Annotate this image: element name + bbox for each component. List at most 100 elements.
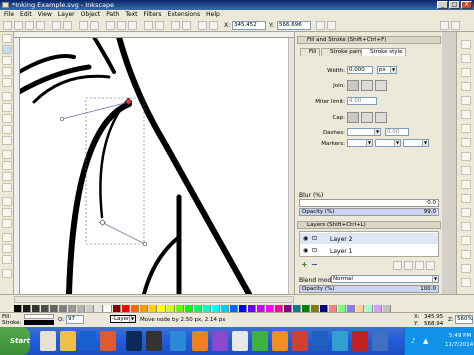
color-swatch[interactable]	[50, 305, 58, 312]
drawing-canvas[interactable]	[14, 32, 294, 294]
fill-stroke-title[interactable]: Fill and Stroke (Shift+Ctrl+F)	[297, 36, 441, 44]
color-swatch[interactable]	[68, 305, 76, 312]
dropper-tool-icon[interactable]	[2, 255, 12, 264]
snap-tangent-icon[interactable]	[461, 208, 471, 217]
color-swatch[interactable]	[95, 305, 103, 312]
taskbar-word-icon[interactable]	[80, 331, 96, 351]
new-doc-icon[interactable]	[3, 21, 12, 30]
color-swatch[interactable]	[77, 305, 85, 312]
color-swatch[interactable]	[104, 305, 112, 312]
clock-time[interactable]: 5:49 PM	[449, 333, 471, 339]
width-field[interactable]: 0.000	[347, 66, 373, 74]
start-button[interactable]: Start	[0, 327, 30, 355]
zoom-field[interactable]: 560%	[455, 315, 473, 324]
layer-raise-icon[interactable]	[393, 261, 402, 270]
width-unit-select[interactable]: px ▼	[377, 66, 397, 74]
end-marker-select[interactable]: ▼	[403, 139, 429, 147]
taskbar-app-icon[interactable]	[146, 331, 162, 351]
color-swatch[interactable]	[140, 305, 148, 312]
maximize-button[interactable]: □	[449, 1, 460, 9]
layer-bottom-icon[interactable]	[415, 261, 424, 270]
menu-object[interactable]: Object	[81, 10, 101, 19]
color-swatch[interactable]	[266, 305, 274, 312]
color-swatch[interactable]	[194, 305, 202, 312]
color-swatch[interactable]	[239, 305, 247, 312]
zoom-tool-icon[interactable]	[2, 67, 12, 76]
eye-icon[interactable]: ◉	[303, 247, 308, 254]
color-swatch[interactable]	[23, 305, 31, 312]
rectangle-tool-icon[interactable]	[2, 92, 12, 101]
menu-filters[interactable]: Filters	[144, 10, 162, 19]
taskbar-app-icon[interactable]	[332, 331, 348, 351]
snap-cusp-icon[interactable]	[461, 194, 471, 203]
snap-midpoint-icon[interactable]	[461, 96, 471, 105]
snap-path-icon[interactable]	[461, 68, 471, 77]
node-break-icon[interactable]	[209, 21, 218, 30]
mesh-tool-icon[interactable]	[2, 244, 12, 253]
snap-rotation-icon[interactable]	[461, 124, 471, 133]
taskbar-app-icon[interactable]	[352, 331, 368, 351]
menu-text[interactable]: Text	[125, 10, 137, 19]
spiral-tool-icon[interactable]	[2, 136, 12, 145]
menu-path[interactable]: Path	[106, 10, 119, 19]
path-node[interactable]	[99, 219, 106, 226]
ellipse-tool-icon[interactable]	[2, 114, 12, 123]
eye-icon[interactable]: ◉	[303, 235, 308, 242]
color-swatch[interactable]	[14, 305, 22, 312]
color-swatch[interactable]	[284, 305, 292, 312]
3d-box-tool-icon[interactable]	[2, 103, 12, 112]
horizontal-scrollbar[interactable]	[14, 296, 294, 303]
menu-file[interactable]: File	[4, 10, 14, 19]
color-swatch[interactable]	[311, 305, 319, 312]
pen-tool-icon[interactable]	[2, 161, 12, 170]
taskbar-vlc-icon[interactable]	[272, 331, 288, 351]
color-swatch[interactable]	[32, 305, 40, 312]
gradient-tool-icon[interactable]	[2, 233, 12, 242]
taskbar-inkscape-icon[interactable]	[40, 331, 56, 351]
color-swatch[interactable]	[257, 305, 265, 312]
color-swatch[interactable]	[338, 305, 346, 312]
cap-square-icon[interactable]	[375, 112, 387, 123]
open-icon[interactable]	[14, 21, 23, 30]
snap-others-icon[interactable]	[461, 250, 471, 259]
color-swatch[interactable]	[113, 305, 121, 312]
x-coordinate-field[interactable]: 345.452	[232, 21, 266, 30]
spray-tool-icon[interactable]	[2, 197, 12, 206]
zoom-drawing-icon[interactable]	[117, 21, 126, 30]
join-bevel-icon[interactable]	[375, 80, 387, 91]
color-swatch[interactable]	[248, 305, 256, 312]
snap-options-icon[interactable]	[451, 21, 460, 30]
dash-pattern-select[interactable]: ▼	[347, 128, 381, 136]
group-icon[interactable]	[171, 21, 180, 30]
taskbar-app-icon[interactable]	[292, 331, 308, 351]
layer-name[interactable]: Layer 2	[330, 236, 352, 243]
opacity-slider[interactable]: Opacity (%) 99.0	[299, 208, 439, 216]
menu-extensions[interactable]: Extensions	[168, 10, 201, 19]
measure-tool-icon[interactable]	[2, 78, 12, 87]
taskbar-app-icon[interactable]	[212, 331, 228, 351]
tab-stroke-style[interactable]: Stroke style	[361, 48, 407, 56]
snap-center-icon[interactable]	[461, 110, 471, 119]
menu-view[interactable]: View	[38, 10, 52, 19]
snap-nodes-icon[interactable]	[461, 54, 471, 63]
y-coordinate-field[interactable]: 566.696	[277, 21, 311, 30]
blend-mode-select[interactable]: Normal ▼	[331, 275, 439, 283]
volume-icon[interactable]: ♪	[411, 337, 415, 345]
snap-bbox-icon[interactable]	[461, 40, 471, 49]
zoom-page-icon[interactable]	[128, 21, 137, 30]
taskbar-app-icon[interactable]	[252, 331, 268, 351]
menu-layer[interactable]: Layer	[58, 10, 75, 19]
selected-ink-stroke[interactable]	[99, 100, 128, 219]
color-swatch[interactable]	[329, 305, 337, 312]
color-swatch[interactable]	[383, 305, 391, 312]
snap-smooth-icon[interactable]	[461, 180, 471, 189]
color-swatch[interactable]	[365, 305, 373, 312]
text-tool-icon[interactable]	[2, 183, 12, 192]
color-swatch[interactable]	[347, 305, 355, 312]
color-swatch[interactable]	[356, 305, 364, 312]
menu-help[interactable]: Help	[206, 10, 220, 19]
color-swatch[interactable]	[275, 305, 283, 312]
taskbar-inkscape-active-icon[interactable]	[232, 331, 248, 351]
layer-row[interactable]: ◉ ⊡ Layer 1	[300, 245, 438, 256]
snap-edge-icon[interactable]	[461, 264, 471, 273]
